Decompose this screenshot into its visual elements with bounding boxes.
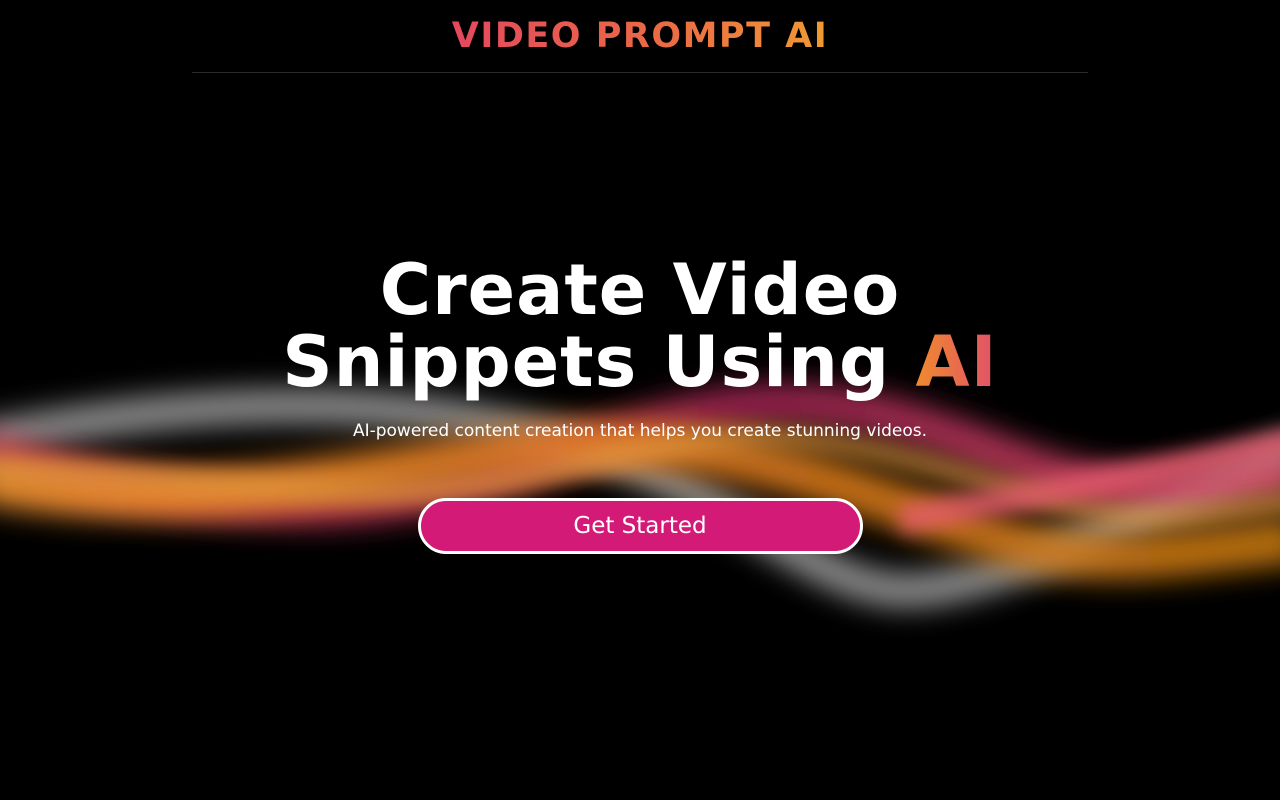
site-header: VIDEO PROMPT AI (192, 0, 1088, 73)
get-started-button[interactable]: Get Started (417, 498, 863, 554)
headline-line-1: Create Video (379, 249, 901, 331)
headline-accent: AI (915, 321, 998, 403)
hero-section: Create Video Snippets Using AI AI-powere… (0, 254, 1280, 554)
brand-logo[interactable]: VIDEO PROMPT AI (452, 14, 829, 58)
headline-line-2: Snippets Using (282, 321, 891, 403)
hero-headline: Create Video Snippets Using AI (0, 254, 1280, 398)
hero-subtitle: AI-powered content creation that helps y… (352, 421, 928, 441)
landing-page: VIDEO PROMPT AI Create Video Snippets Us… (0, 0, 1280, 800)
